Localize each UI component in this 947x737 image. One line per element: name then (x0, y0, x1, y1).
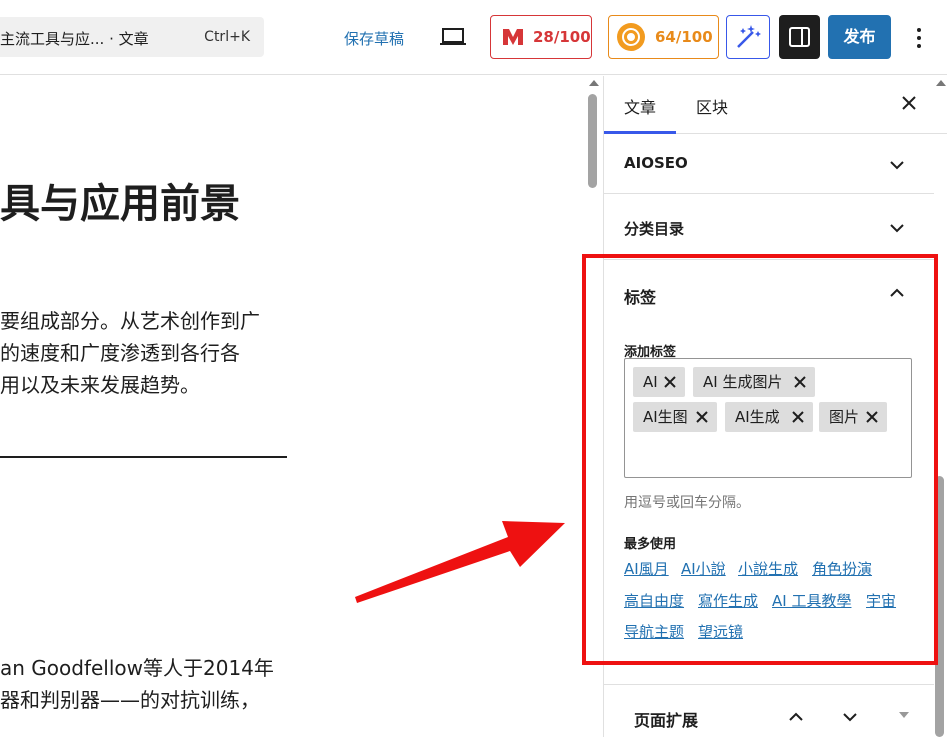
paragraph-line: an Goodfellow等人于2014年 (0, 656, 274, 680)
panel-title: 分类目录 (624, 220, 685, 238)
command-title: 主流工具与应... · 文章 (0, 30, 149, 48)
save-draft-button[interactable]: 保存草稿 (344, 28, 404, 49)
panel-title: 页面扩展 (634, 711, 699, 730)
editor-canvas[interactable]: 具与应用前景 要组成部分。从艺术创作到广 的速度和广度渗透到各行各 用以及未来发… (0, 76, 590, 737)
editor-header: 主流工具与应... · 文章 Ctrl+K 保存草稿 28/100 64/100… (0, 0, 947, 75)
command-palette-button[interactable]: 主流工具与应... · 文章 Ctrl+K (0, 17, 264, 57)
chevron-down-icon (890, 161, 904, 170)
scrollbar-thumb[interactable] (588, 94, 597, 188)
paragraph-line: 的速度和广度渗透到各行各 (0, 341, 240, 365)
magic-wand-icon (737, 25, 761, 48)
panel-title: AIOSEO (624, 154, 688, 172)
seo-score-button[interactable]: 28/100 (490, 15, 592, 59)
paragraph-block[interactable]: an Goodfellow等人于2014年 器和判别器——的对抗训练， (0, 652, 274, 716)
paragraph-line: 用以及未来发展趋势。 (0, 373, 200, 397)
more-options-icon[interactable] (908, 24, 930, 52)
settings-sidebar-toggle[interactable] (779, 15, 820, 59)
sidebar-panel-icon (789, 27, 810, 47)
red-arrow-annotation (355, 521, 565, 603)
aioseo-score-button[interactable]: 64/100 (608, 15, 719, 59)
close-icon[interactable] (900, 94, 918, 112)
scroll-down-icon[interactable] (899, 712, 909, 718)
panel-aioseo[interactable]: AIOSEO (604, 134, 934, 194)
tab-block[interactable]: 区块 (696, 94, 728, 118)
move-up-icon[interactable] (788, 712, 804, 722)
publish-button[interactable]: 发布 (828, 15, 891, 59)
post-title[interactable]: 具与应用前景 (0, 171, 240, 229)
chevron-down-icon[interactable] (842, 712, 858, 722)
tab-post[interactable]: 文章 (624, 94, 656, 118)
command-shortcut: Ctrl+K (204, 29, 250, 45)
highlight-box (582, 254, 938, 665)
seo-score: 28/100 (533, 28, 591, 46)
aioseo-gear-icon (617, 23, 645, 51)
scroll-up-icon[interactable] (936, 80, 946, 86)
paragraph-block[interactable]: 要组成部分。从艺术创作到广 的速度和广度渗透到各行各 用以及未来发展趋势。 (0, 305, 260, 401)
sidebar-tabs: 文章 区块 (604, 76, 947, 134)
separator-block[interactable] (0, 456, 287, 458)
panel-categories[interactable]: 分类目录 (604, 194, 934, 260)
aioseo-score: 64/100 (655, 28, 713, 46)
scroll-up-icon[interactable] (589, 80, 599, 86)
preview-laptop-icon[interactable] (438, 26, 468, 48)
paragraph-line: 要组成部分。从艺术创作到广 (0, 309, 260, 333)
ai-magic-wand-button[interactable] (726, 15, 770, 59)
panel-page-extension[interactable]: 页面扩展 (604, 684, 934, 737)
seo-logo-icon (503, 29, 523, 45)
paragraph-line: 器和判别器——的对抗训练， (0, 688, 260, 712)
chevron-down-icon (890, 224, 904, 233)
